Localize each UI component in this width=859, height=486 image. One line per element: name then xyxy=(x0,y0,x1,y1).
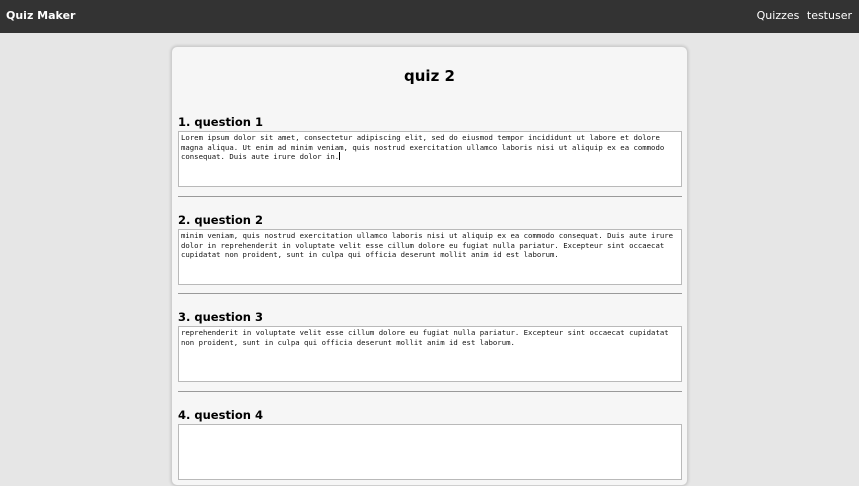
question-3-label: 3. question 3 xyxy=(178,310,263,324)
question-1-answer-text: Lorem ipsum dolor sit amet, consectetur … xyxy=(181,133,669,162)
question-2-answer-text: minim veniam, quis nostrud exercitation … xyxy=(181,231,678,260)
nav-user-link[interactable]: testuser xyxy=(807,9,852,22)
question-4-answer-field[interactable] xyxy=(178,424,682,480)
question-divider xyxy=(178,293,682,294)
question-4-label: 4. question 4 xyxy=(178,408,263,422)
question-2-answer-field[interactable]: minim veniam, quis nostrud exercitation … xyxy=(178,229,682,285)
question-2-label: 2. question 2 xyxy=(178,213,263,227)
top-navbar: Quiz Maker Quizzes testuser xyxy=(0,0,859,33)
question-3-answer-text: reprehenderit in voluptate velit esse ci… xyxy=(181,328,674,347)
question-1-label: 1. question 1 xyxy=(178,115,263,129)
question-divider xyxy=(178,391,682,392)
nav-links: Quizzes testuser xyxy=(757,9,852,22)
text-caret xyxy=(339,152,341,161)
question-divider xyxy=(178,196,682,197)
brand-link[interactable]: Quiz Maker xyxy=(6,9,75,22)
nav-quizzes-link[interactable]: Quizzes xyxy=(757,9,800,22)
question-3-answer-field[interactable]: reprehenderit in voluptate velit esse ci… xyxy=(178,326,682,382)
quiz-title: quiz 2 xyxy=(404,67,455,85)
quiz-card: quiz 2 1. question 1 Lorem ipsum dolor s… xyxy=(171,46,688,486)
question-1-answer-field[interactable]: Lorem ipsum dolor sit amet, consectetur … xyxy=(178,131,682,187)
